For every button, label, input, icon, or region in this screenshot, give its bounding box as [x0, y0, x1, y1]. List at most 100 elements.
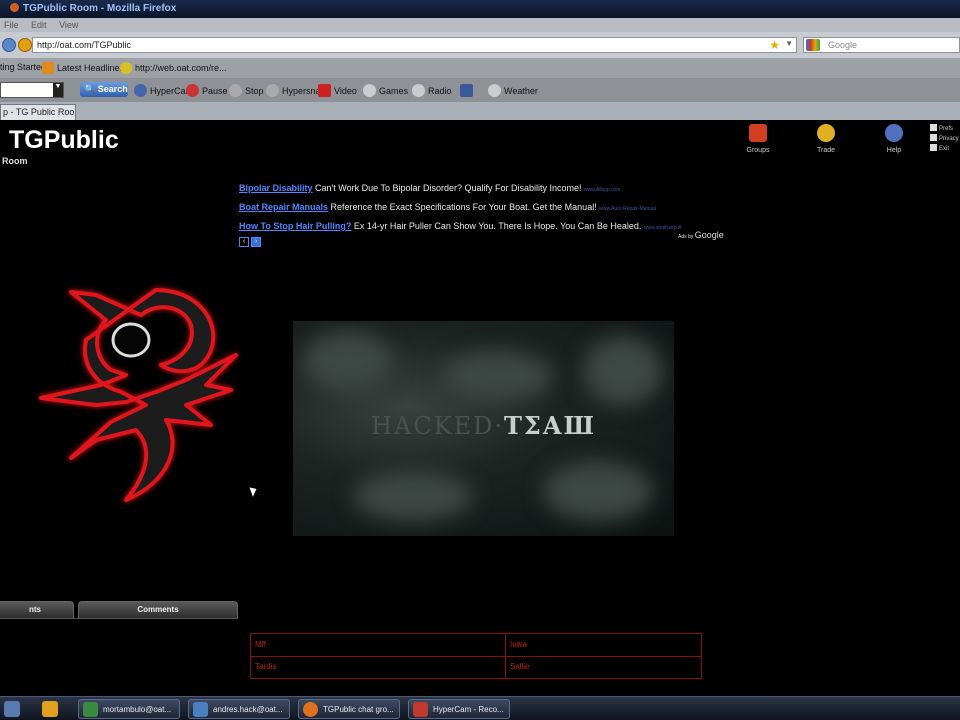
taskbar-hypercam[interactable]: HyperCam - Reco... — [408, 699, 510, 719]
ad-link[interactable]: Bipolar Disability — [239, 183, 313, 193]
hypercam-button[interactable]: HyperCam — [134, 84, 193, 97]
bookmark-star-icon[interactable]: ★ — [769, 38, 780, 52]
tab-comments[interactable]: Comments — [78, 601, 238, 619]
ad-pager: ‹ › — [239, 230, 263, 248]
table-cell[interactable]: Mff — [251, 634, 266, 649]
ad-description: Reference the Exact Specifications For Y… — [330, 202, 597, 212]
facebook-icon — [460, 84, 473, 97]
nav-groups[interactable]: Groups — [738, 124, 778, 154]
menu-bar: File Edit View — [0, 18, 960, 32]
prefs-icon — [930, 124, 937, 131]
ad-source[interactable]: www.Allsup.com — [584, 187, 620, 193]
exit-icon — [930, 144, 937, 151]
table-divider — [251, 656, 701, 657]
gamepad-icon — [363, 84, 376, 97]
pause-icon — [186, 84, 199, 97]
menu-view[interactable]: View — [59, 20, 78, 30]
window-title: TGPublic Room - Mozilla Firefox — [23, 3, 177, 14]
games-button[interactable]: Games — [363, 84, 408, 97]
prefs-link[interactable]: Prefs — [930, 124, 959, 134]
video-cloud — [353, 471, 473, 521]
page-content: TGPublic Room Groups Trade Help Prefs Pr… — [0, 120, 960, 696]
privacy-icon — [930, 134, 937, 141]
page-subtitle: Room — [2, 156, 28, 166]
table-cell[interactable]: Iowa — [506, 634, 527, 649]
bookmark-latest-headlines[interactable]: Latest Headlines — [42, 62, 124, 74]
navigation-bar: http://oat.com/TGPublic ★ ▼ Google — [0, 32, 960, 58]
chevron-down-icon[interactable]: ▼ — [53, 83, 63, 97]
hypercam-icon — [134, 84, 147, 97]
nav-help[interactable]: Help — [874, 124, 914, 154]
firefox-icon — [303, 702, 318, 717]
search-box[interactable]: Google — [803, 37, 960, 53]
trade-icon — [817, 124, 835, 142]
ad-link[interactable]: Boat Repair Manuals — [239, 202, 328, 212]
hypersnap-button[interactable]: Hypersnap — [266, 84, 326, 97]
video-cloud — [543, 461, 653, 521]
ad-source[interactable]: www.Auto-Repair-Manual — [599, 206, 656, 212]
groups-icon — [749, 124, 767, 142]
mail-icon — [83, 702, 98, 717]
video-icon — [318, 84, 331, 97]
url-bar[interactable]: http://oat.com/TGPublic ★ ▼ — [32, 37, 797, 53]
ad-description: Can't Work Due To Bipolar Disorder? Qual… — [315, 183, 582, 193]
radio-button[interactable]: Radio — [412, 84, 452, 97]
red-emblem-logo — [39, 288, 238, 502]
toolbar-search-input[interactable]: ▼ — [0, 82, 64, 98]
page-title: TGPublic — [9, 126, 119, 154]
video-player[interactable]: HACKED·TΣAШ — [293, 321, 674, 536]
ad-source[interactable]: www.stophairpull — [644, 225, 682, 231]
tab-strip: p - TG Public Room — [0, 102, 960, 120]
ad-item: How To Stop Hair Pulling? Ex 14-yr Hair … — [239, 218, 739, 237]
table-cell[interactable]: Sallie — [506, 656, 530, 671]
window-title-bar: TGPublic Room - Mozilla Firefox — [0, 0, 960, 18]
back-icon[interactable] — [2, 38, 16, 52]
addon-toolbar: ▼ 🔍 Search HyperCam Pause Stop Hypersnap… — [0, 78, 960, 102]
taskbar-mail-2[interactable]: andres.hack@oat... — [188, 699, 290, 719]
radio-icon — [412, 84, 425, 97]
mail-icon — [193, 702, 208, 717]
stop-button[interactable]: Stop — [229, 84, 264, 97]
tab-tgpublic-room[interactable]: p - TG Public Room — [0, 104, 76, 120]
bookmark-web-oat[interactable]: http://web.oat.com/re... — [120, 62, 227, 74]
bookmarks-bar: ting Started Latest Headlines http://web… — [0, 58, 960, 78]
media-icon[interactable] — [42, 701, 58, 717]
weather-button[interactable]: Weather — [488, 84, 538, 97]
taskbar-firefox[interactable]: TGPublic chat gro... — [298, 699, 400, 719]
taskbar-mail-1[interactable]: mortambulo@oat... — [78, 699, 180, 719]
bookmark-getting-started[interactable]: ting Started — [0, 62, 46, 72]
video-cloud — [583, 336, 663, 406]
video-button[interactable]: Video — [318, 84, 357, 97]
ad-item: Bipolar Disability Can't Work Due To Bip… — [239, 180, 739, 199]
toolbar-search-button[interactable]: 🔍 Search — [80, 82, 128, 97]
nav-trade[interactable]: Trade — [806, 124, 846, 154]
pause-button[interactable]: Pause — [186, 84, 228, 97]
url-text: http://oat.com/TGPublic — [37, 40, 132, 50]
smiley-icon — [120, 62, 132, 74]
chevron-down-icon[interactable]: ▼ — [785, 39, 793, 48]
google-icon — [806, 39, 820, 51]
rss-icon — [42, 62, 54, 74]
video-caption: HACKED·TΣAШ — [371, 411, 596, 440]
video-cloud — [443, 351, 553, 401]
tab-contents[interactable]: nts — [0, 601, 74, 619]
ad-next-icon[interactable]: › — [251, 237, 261, 247]
menu-edit[interactable]: Edit — [31, 20, 47, 30]
menu-file[interactable]: File — [4, 20, 19, 30]
start-icon[interactable] — [4, 701, 20, 717]
ad-block: Bipolar Disability Can't Work Due To Bip… — [239, 180, 739, 237]
table-cell[interactable]: Tardis — [251, 656, 276, 671]
exit-link[interactable]: Exit — [930, 144, 959, 154]
video-cloud — [303, 331, 393, 391]
facebook-button[interactable] — [460, 84, 476, 97]
ads-by-google[interactable]: Ads by Google — [678, 230, 724, 240]
hypercam-icon — [413, 702, 428, 717]
search-placeholder: Google — [828, 40, 858, 50]
user-table: Mff Iowa Tardis Sallie — [250, 633, 702, 679]
help-icon — [885, 124, 903, 142]
screen: TGPublic Room - Mozilla Firefox File Edi… — [0, 0, 960, 720]
privacy-link[interactable]: Privacy — [930, 134, 959, 144]
side-links: Prefs Privacy Exit — [930, 124, 959, 154]
home-icon[interactable] — [18, 38, 32, 52]
ad-prev-icon[interactable]: ‹ — [239, 237, 249, 247]
